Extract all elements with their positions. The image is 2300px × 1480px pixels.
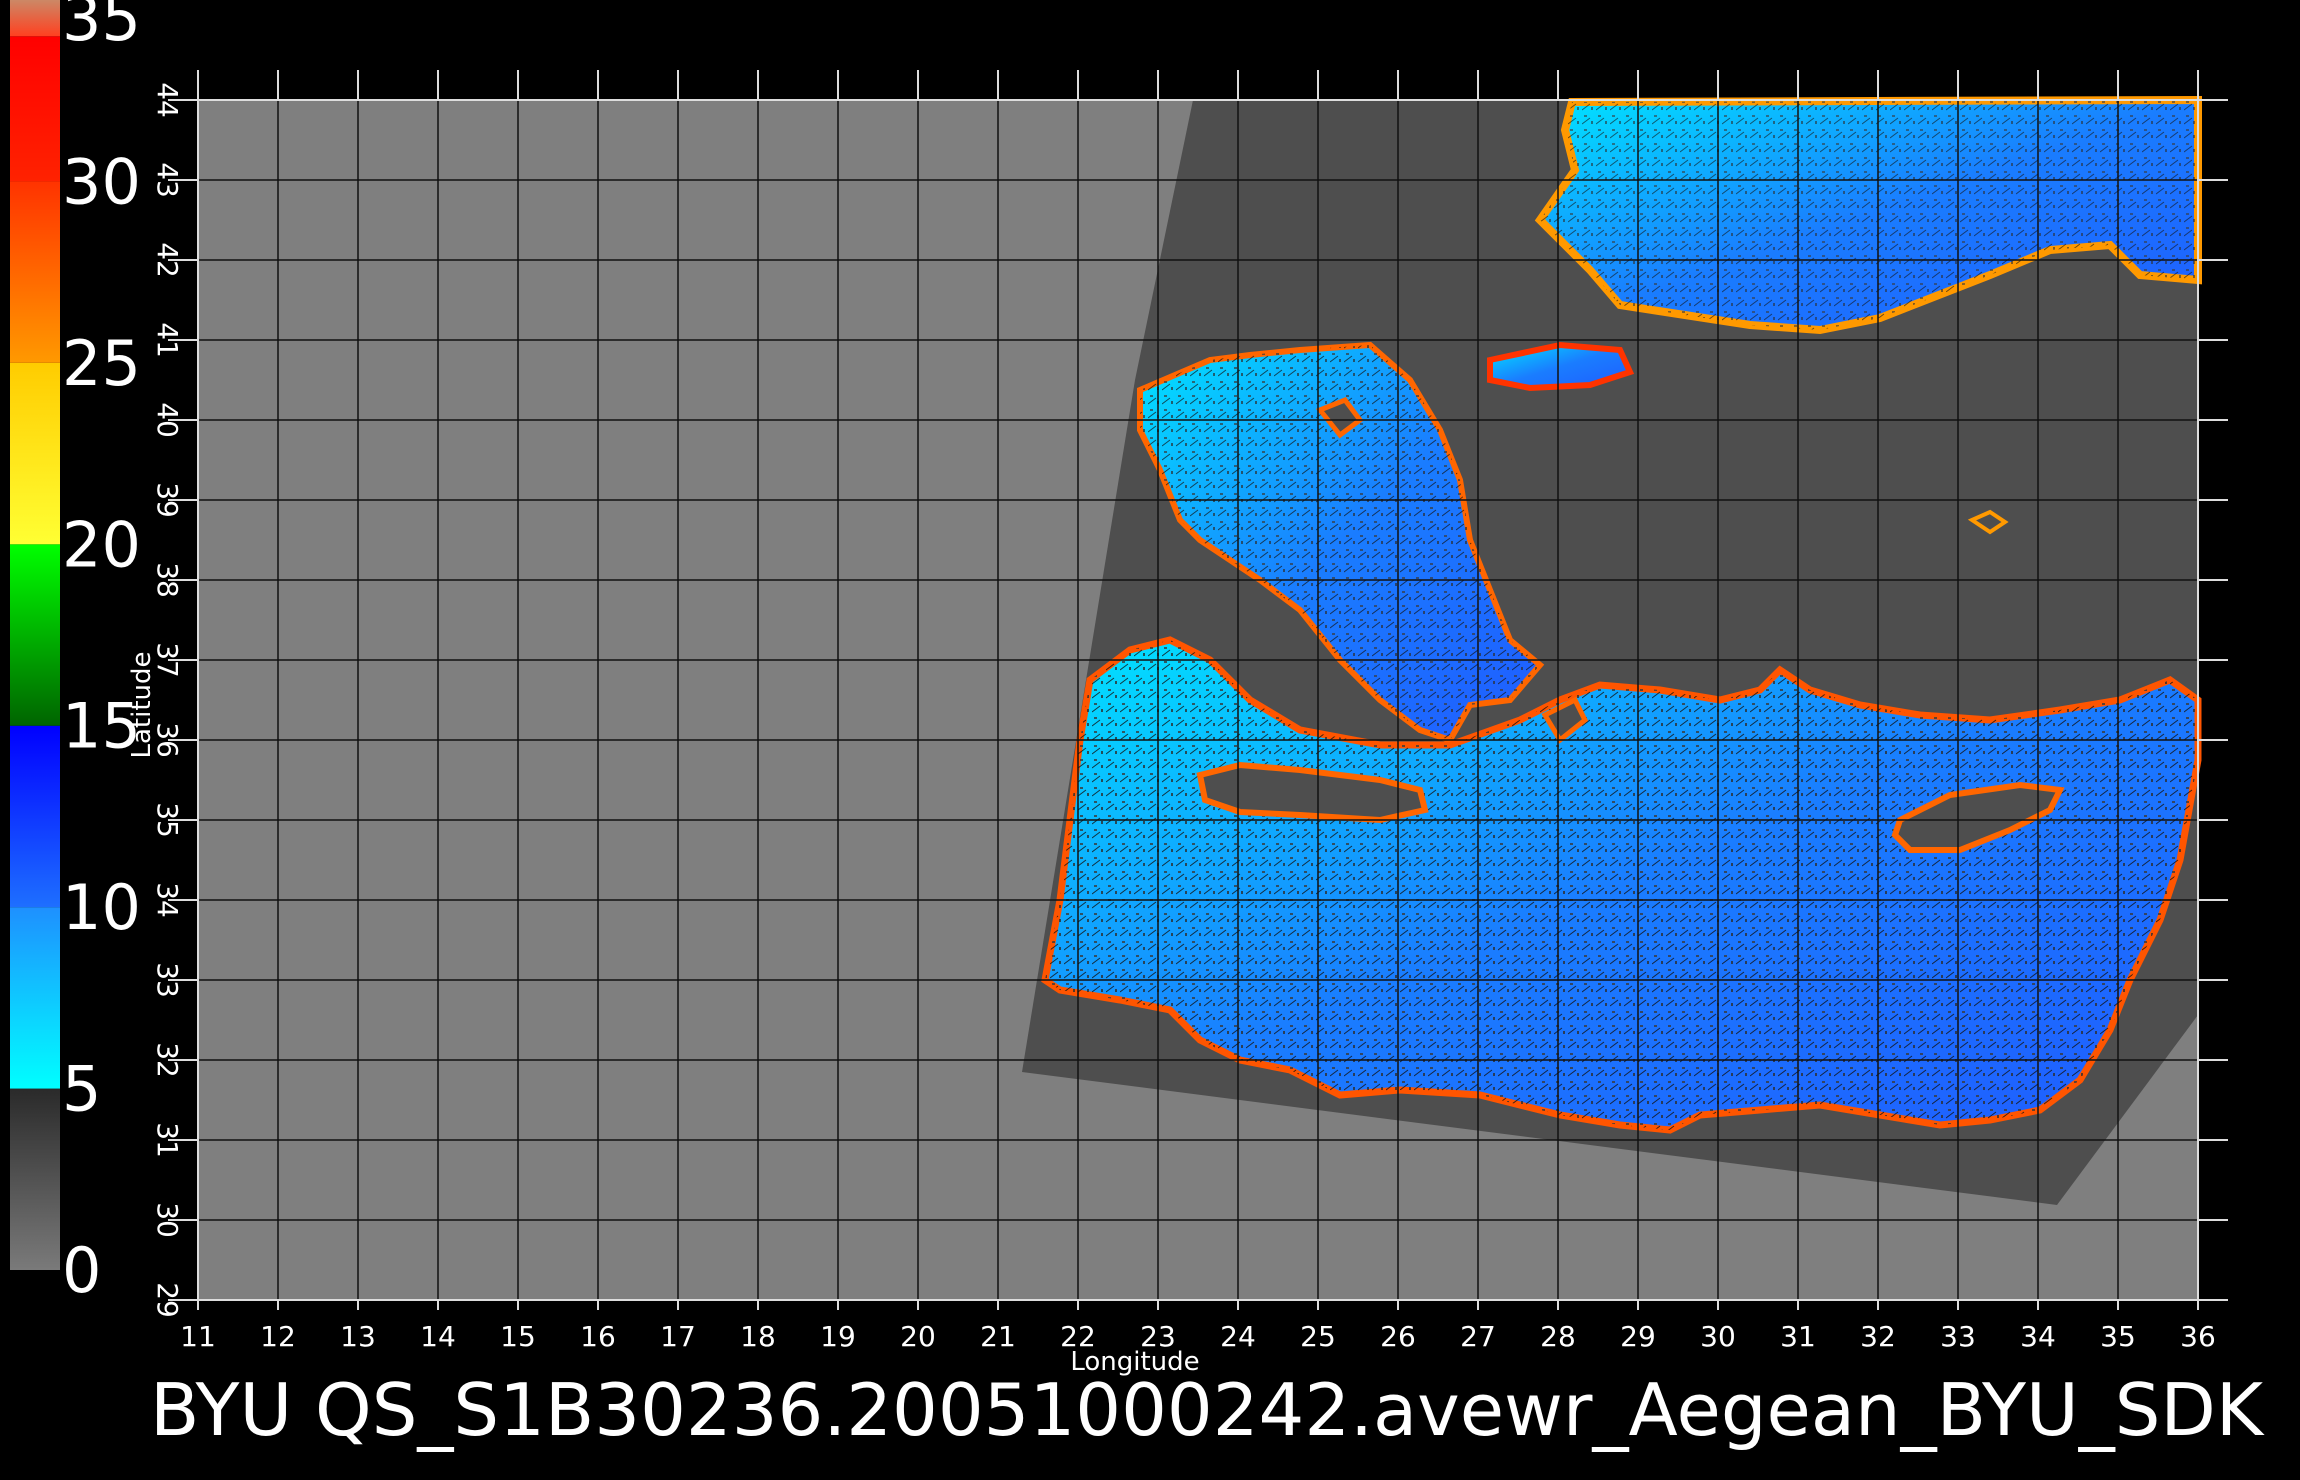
lon-tick-label: 15 <box>500 1320 536 1353</box>
lon-tick-label: 35 <box>2100 1320 2136 1353</box>
lon-tick-label: 29 <box>1620 1320 1656 1353</box>
colorbar-label: 35 <box>62 0 141 55</box>
lon-tick-label: 12 <box>260 1320 296 1353</box>
lon-tick-label: 30 <box>1700 1320 1736 1353</box>
colorbar-segment <box>10 544 60 726</box>
lat-tick-label: 42 <box>151 242 184 278</box>
lon-tick-label: 24 <box>1220 1320 1256 1353</box>
lat-tick-label: 44 <box>151 82 184 118</box>
lon-tick-label: 18 <box>740 1320 776 1353</box>
lon-tick-label: 33 <box>1940 1320 1976 1353</box>
colorbar-segment <box>10 362 60 545</box>
colorbar-segment <box>10 181 60 363</box>
lon-tick-label: 26 <box>1380 1320 1416 1353</box>
lon-tick-label: 28 <box>1540 1320 1576 1353</box>
lat-tick-label: 43 <box>151 162 184 198</box>
lon-tick-label: 17 <box>660 1320 696 1353</box>
lat-tick-label: 31 <box>151 1122 184 1158</box>
lat-tick-label: 29 <box>151 1282 184 1318</box>
colorbar-segment <box>10 907 60 1089</box>
lat-tick-label: 33 <box>151 962 184 998</box>
colorbar-label: 30 <box>62 145 141 218</box>
lon-tick-label: 19 <box>820 1320 856 1353</box>
colorbar-segment <box>10 0 60 37</box>
colorbar-label: 5 <box>62 1053 101 1126</box>
colorbar-segment <box>10 36 60 182</box>
map-title: BYU QS_S1B30236.20051000242.avewr_Aegean… <box>150 1368 2265 1452</box>
lon-tick-label: 16 <box>580 1320 616 1353</box>
colorbar-label: 20 <box>62 508 141 581</box>
colorbar-segment <box>10 725 60 908</box>
lon-tick-label: 20 <box>900 1320 936 1353</box>
colorbar-label: 25 <box>62 327 141 400</box>
colorbar-label: 0 <box>62 1234 101 1307</box>
lat-tick-label: 30 <box>151 1202 184 1238</box>
lon-tick-label: 11 <box>180 1320 216 1353</box>
lat-tick-label: 41 <box>151 322 184 358</box>
lat-tick-label: 38 <box>151 562 184 598</box>
lon-tick-label: 14 <box>420 1320 456 1353</box>
colorbar-label: 10 <box>62 871 141 944</box>
lon-tick-label: 21 <box>980 1320 1016 1353</box>
lat-tick-label: 32 <box>151 1042 184 1078</box>
colorbar-label: 15 <box>62 690 141 763</box>
colorbar <box>10 0 60 1270</box>
lon-tick-label: 32 <box>1860 1320 1896 1353</box>
lon-tick-label: 13 <box>340 1320 376 1353</box>
lon-tick-label: 36 <box>2180 1320 2216 1353</box>
wind-speed-map: 11 12 13 14 15 16 17 18 19 20 21 22 23 24 25 26 27 28 29 30… <box>10 0 2265 1452</box>
lat-tick-label: 39 <box>151 482 184 518</box>
lon-tick-label: 25 <box>1300 1320 1336 1353</box>
lon-tick-label: 27 <box>1460 1320 1496 1353</box>
lon-tick-label: 31 <box>1780 1320 1816 1353</box>
lon-tick-label: 34 <box>2020 1320 2056 1353</box>
lat-tick-label: 40 <box>151 402 184 438</box>
colorbar-segment <box>10 1088 60 1270</box>
lat-tick-label: 34 <box>151 882 184 918</box>
lat-tick-label: 35 <box>151 802 184 838</box>
